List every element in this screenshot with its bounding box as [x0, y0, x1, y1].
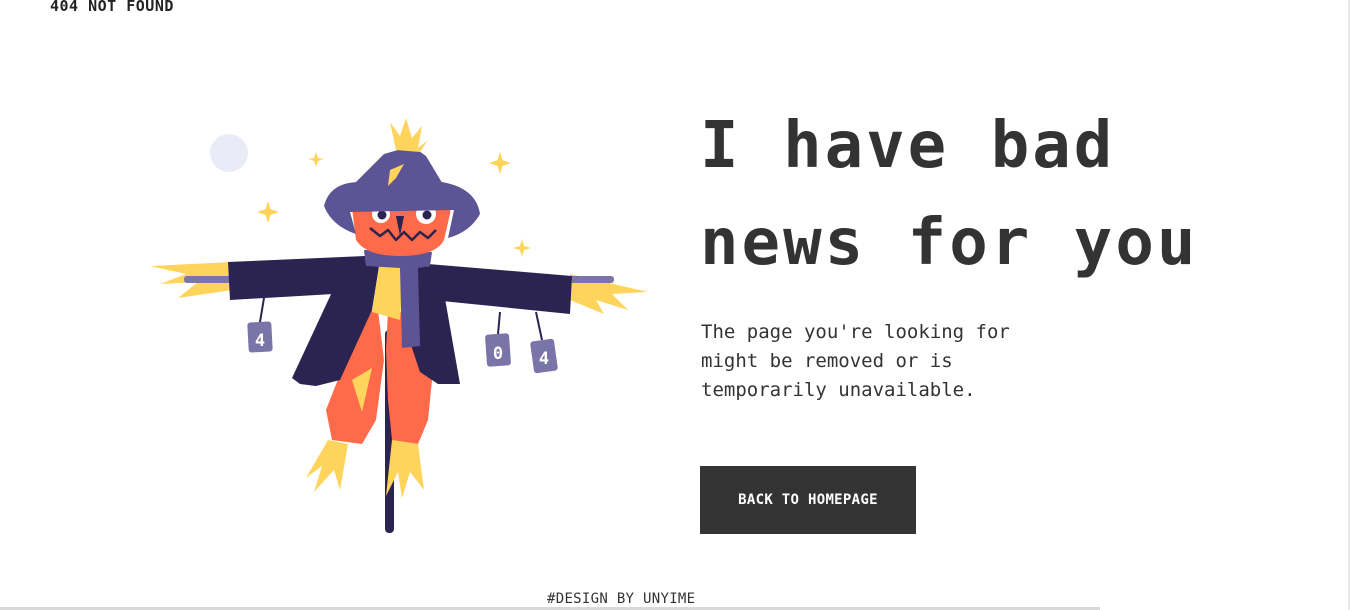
- not-found-page: 404 NOT FOUND 4 0 4 I have bad news for …: [0, 0, 1350, 610]
- page-title: I have bad news for you: [700, 109, 1199, 280]
- scarecrow-illustration: 4 0 4: [150, 118, 648, 533]
- moon-icon: [210, 134, 248, 172]
- hanging-can-right: 4: [530, 311, 558, 374]
- status-label: 404 NOT FOUND: [50, 0, 174, 15]
- can-number-right: 4: [539, 349, 549, 369]
- hanging-can-left: 4: [247, 297, 273, 353]
- design-credit: #DESIGN BY UNYIME: [547, 591, 696, 607]
- can-number-middle: 0: [493, 344, 503, 364]
- hanging-can-middle: 0: [485, 311, 511, 367]
- page-description: The page you're looking for might be rem…: [701, 321, 1010, 401]
- can-number-left: 4: [255, 331, 265, 351]
- back-to-homepage-button[interactable]: BACK TO HOMEPAGE: [700, 466, 916, 534]
